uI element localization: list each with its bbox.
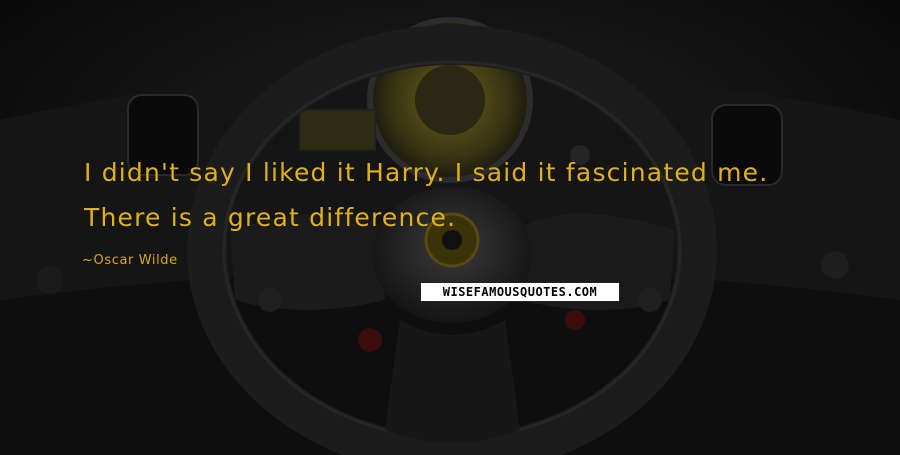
watermark-logo: WISEFAMOUSQUOTES.COM	[420, 282, 620, 302]
watermark-text: WISEFAMOUSQUOTES.COM	[442, 285, 598, 299]
quote-text: I didn't say I liked it Harry. I said it…	[84, 158, 769, 232]
quote-card: I didn't say I liked it Harry. I said it…	[0, 0, 900, 455]
author-name: Oscar Wilde	[93, 253, 178, 268]
quote-author: ~Oscar Wilde	[82, 253, 178, 268]
